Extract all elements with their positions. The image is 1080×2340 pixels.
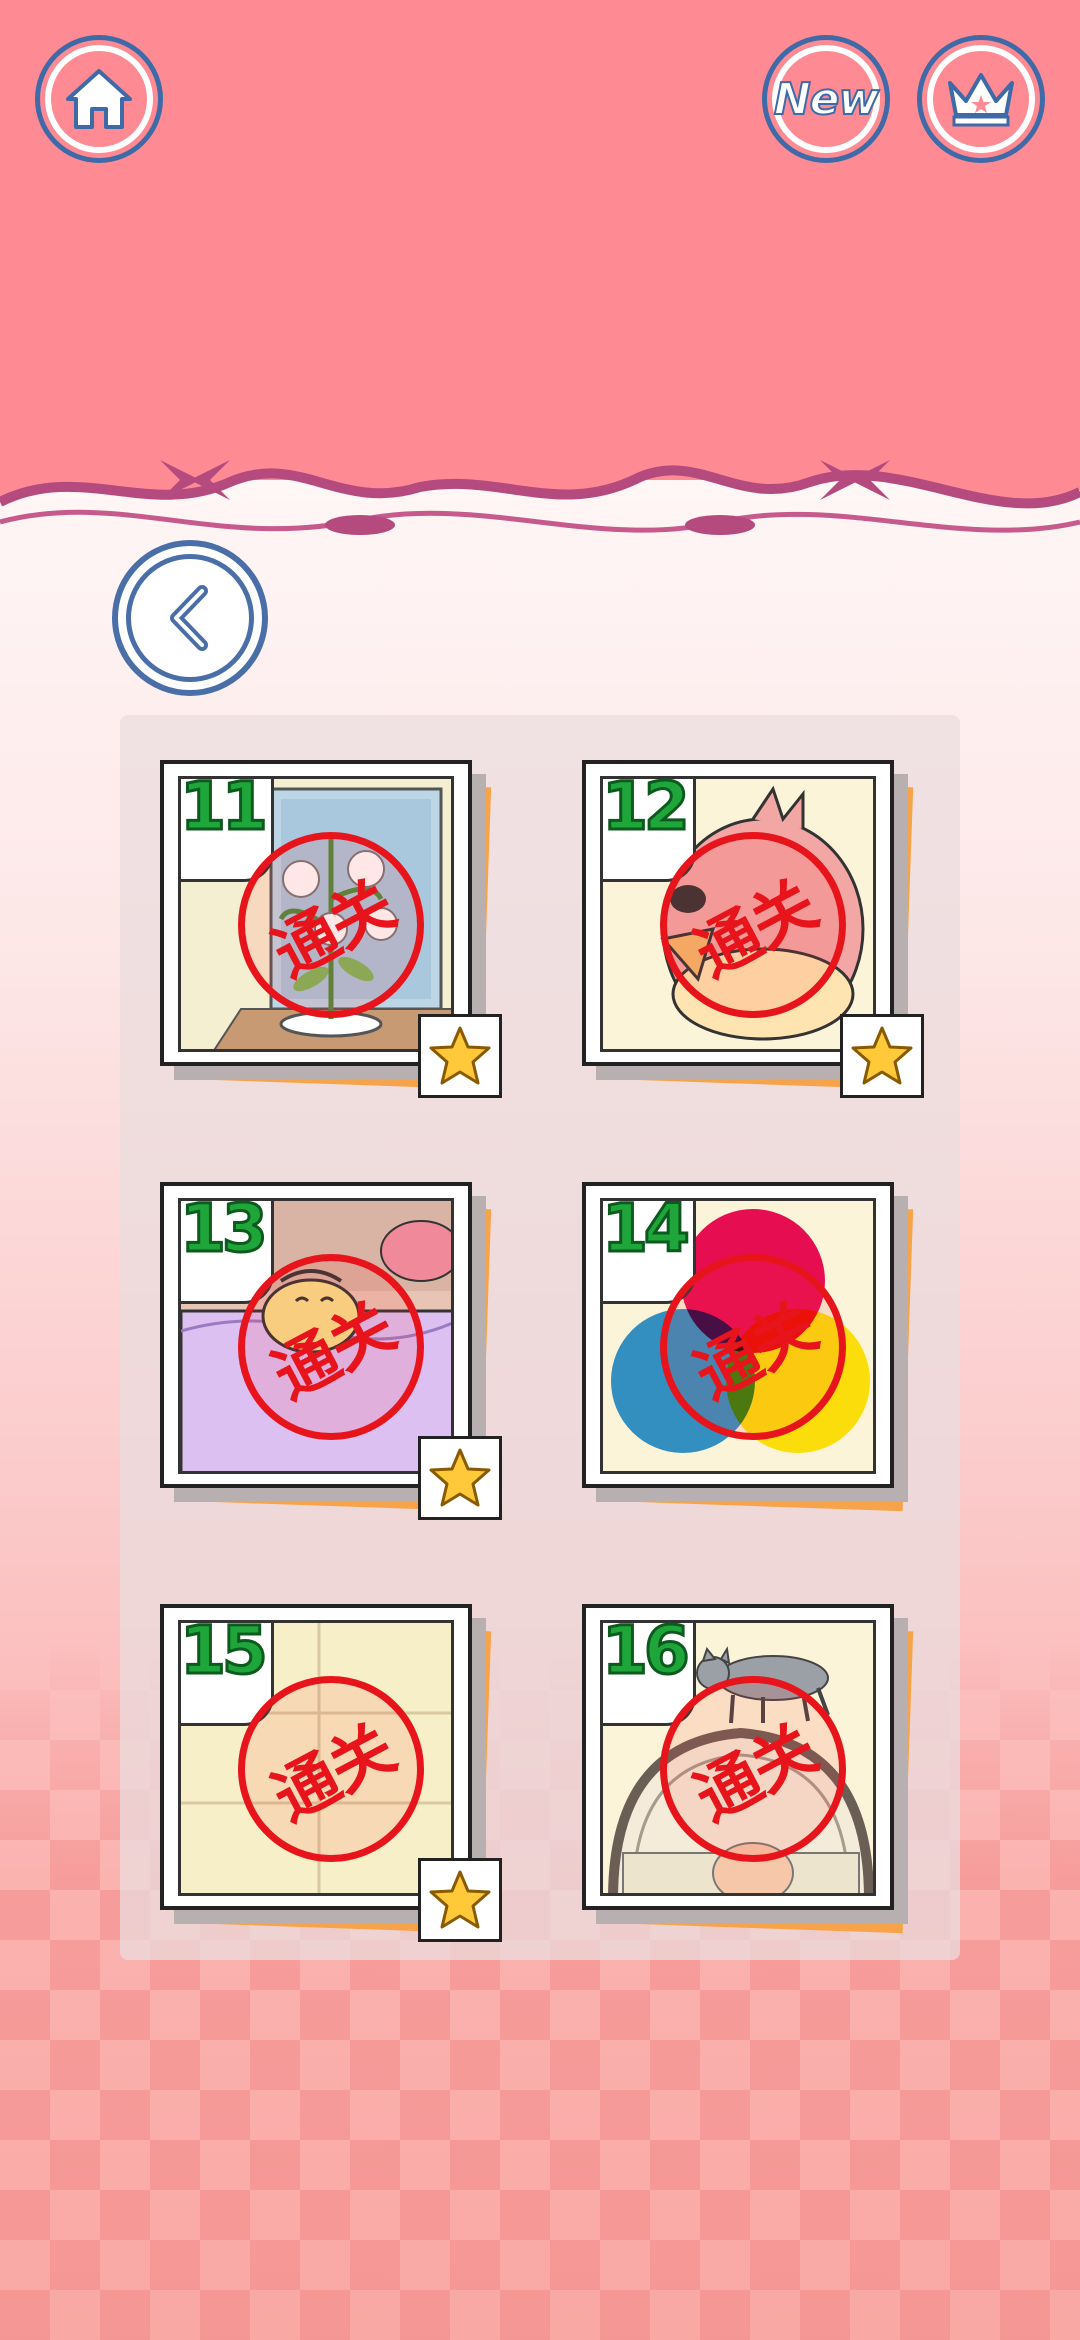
new-label: New bbox=[773, 73, 880, 126]
level-number: 15 bbox=[179, 1612, 270, 1689]
cleared-stamp: 通关 bbox=[238, 1254, 424, 1440]
level-card-15[interactable]: 15 通关 bbox=[160, 1604, 502, 1944]
crown-icon bbox=[948, 73, 1014, 127]
star-badge bbox=[418, 1858, 502, 1942]
level-card-11[interactable]: 11 通关 bbox=[160, 760, 502, 1100]
level-card-14[interactable]: 14 通关 bbox=[582, 1182, 922, 1522]
level-frame: 14 通关 bbox=[582, 1182, 894, 1488]
crown-button[interactable] bbox=[922, 40, 1040, 158]
new-button[interactable]: New bbox=[767, 40, 885, 158]
cleared-stamp: 通关 bbox=[238, 832, 424, 1018]
star-icon bbox=[429, 1448, 491, 1507]
level-card-16[interactable]: 16 通关 bbox=[582, 1604, 922, 1944]
star-icon bbox=[851, 1026, 913, 1085]
star-icon bbox=[429, 1870, 491, 1929]
star-icon bbox=[429, 1026, 491, 1085]
level-frame: 16 通关 bbox=[582, 1604, 894, 1910]
level-card-12[interactable]: 12 通关 bbox=[582, 760, 924, 1100]
level-number: 11 bbox=[179, 768, 270, 845]
chevron-left-icon bbox=[170, 585, 208, 651]
cleared-stamp: 通关 bbox=[660, 1254, 846, 1440]
level-number: 13 bbox=[179, 1190, 270, 1267]
level-number: 16 bbox=[601, 1612, 692, 1689]
level-number: 14 bbox=[601, 1190, 692, 1267]
cleared-stamp: 通关 bbox=[238, 1676, 424, 1862]
star-badge bbox=[840, 1014, 924, 1098]
cleared-stamp: 通关 bbox=[660, 1676, 846, 1862]
level-number: 12 bbox=[601, 768, 692, 845]
cleared-stamp: 通关 bbox=[660, 832, 846, 1018]
star-badge bbox=[418, 1014, 502, 1098]
home-button[interactable] bbox=[40, 40, 158, 158]
star-badge bbox=[418, 1436, 502, 1520]
back-button[interactable] bbox=[112, 540, 268, 696]
level-card-13[interactable]: 13 通关 bbox=[160, 1182, 502, 1522]
home-icon bbox=[66, 69, 132, 129]
